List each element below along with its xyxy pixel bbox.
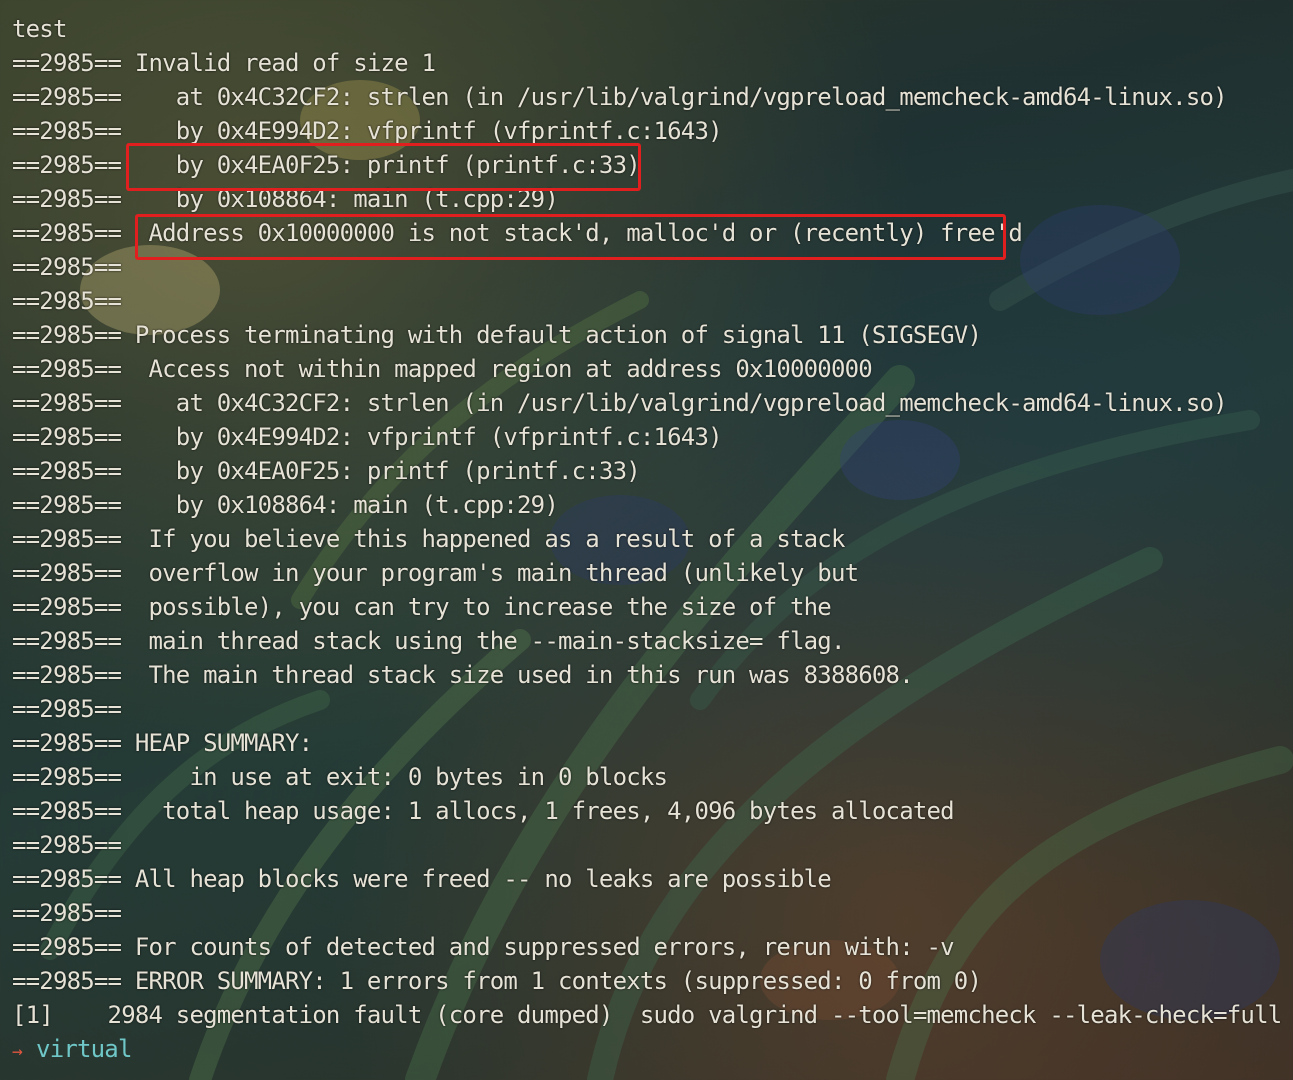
terminal-line: ==2985== If you believe this happened as… [12, 525, 845, 553]
terminal-line: ==2985== total heap usage: 1 allocs, 1 f… [12, 797, 955, 825]
terminal-line: [1] 2984 segmentation fault (core dumped… [12, 1001, 1293, 1029]
prompt-directory: virtual [36, 1035, 132, 1063]
terminal-line: ==2985== by 0x4E994D2: vfprintf (vfprint… [12, 117, 723, 145]
shell-prompt[interactable]: → virtual [12, 1032, 1293, 1066]
terminal-line: ==2985== by 0x4E994D2: vfprintf (vfprint… [12, 423, 723, 451]
terminal-line: ==2985== All heap blocks were freed -- n… [12, 865, 832, 893]
terminal-line: ==2985== overflow in your program's main… [12, 559, 859, 587]
terminal-line: ==2985== by 0x108864: main (t.cpp:29) [12, 491, 559, 519]
terminal-line: ==2985== Process terminating with defaul… [12, 321, 982, 349]
terminal-line: ==2985== For counts of detected and supp… [12, 933, 955, 961]
terminal-line: ==2985== by 0x4EA0F25: printf (printf.c:… [12, 151, 641, 179]
terminal-line: ==2985== Address 0x10000000 is not stack… [12, 219, 1023, 247]
terminal-line: ==2985== main thread stack using the --m… [12, 627, 845, 655]
terminal-line: test [12, 15, 67, 43]
terminal-line: ==2985== [12, 287, 122, 315]
prompt-arrow-icon: → [12, 1041, 23, 1062]
terminal-line: ==2985== by 0x108864: main (t.cpp:29) [12, 185, 559, 213]
terminal-line: ==2985== [12, 831, 122, 859]
terminal-line: ==2985== Invalid read of size 1 [12, 49, 436, 77]
terminal-line: ==2985== ERROR SUMMARY: 1 errors from 1 … [12, 967, 982, 995]
terminal-line: ==2985== Access not within mapped region… [12, 355, 873, 383]
terminal-line: ==2985== HEAP SUMMARY: [12, 729, 313, 757]
terminal-line: ==2985== [12, 899, 122, 927]
terminal-line: ==2985== by 0x4EA0F25: printf (printf.c:… [12, 457, 641, 485]
terminal-output: test ==2985== Invalid read of size 1 ==2… [12, 12, 1293, 1080]
terminal-line: ==2985== possible), you can try to incre… [12, 593, 832, 621]
terminal-line: ==2985== [12, 253, 122, 281]
terminal-line: ==2985== [12, 695, 122, 723]
terminal-line: ==2985== at 0x4C32CF2: strlen (in /usr/l… [12, 389, 1228, 417]
terminal-line: ==2985== The main thread stack size used… [12, 661, 914, 689]
terminal-line: ==2985== in use at exit: 0 bytes in 0 bl… [12, 763, 668, 791]
terminal-line: ==2985== at 0x4C32CF2: strlen (in /usr/l… [12, 83, 1228, 111]
